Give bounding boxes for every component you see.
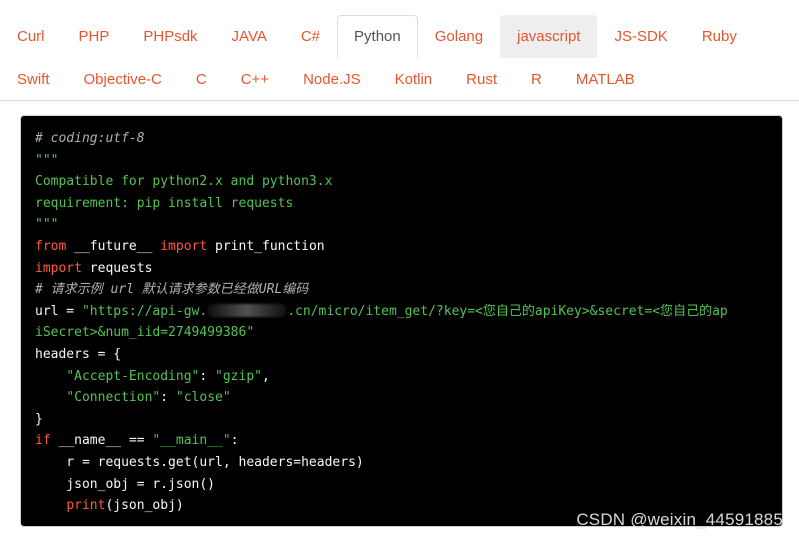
code-line: import requests (35, 258, 768, 280)
code-line: Compatible for python2.x and python3.x (35, 171, 768, 193)
code-string: """ (35, 217, 59, 233)
code-text: __future__ (66, 238, 161, 254)
code-string: "__main__" (152, 433, 231, 449)
code-line: if __name__ == "__main__": (35, 430, 768, 452)
code-string: .cn/micro/item_get/?key=<您自己的apiKey>&sec… (287, 303, 728, 319)
language-tab-row-2: Swift Objective-C C C++ Node.JS Kotlin R… (0, 58, 652, 101)
tab-objective-c[interactable]: Objective-C (67, 58, 179, 101)
tab-r[interactable]: R (514, 58, 559, 101)
code-text: __name__ == (50, 433, 153, 449)
tab-swift[interactable]: Swift (0, 58, 67, 101)
code-line: r = requests.get(url, headers=headers) (35, 452, 768, 474)
python-code: # coding:utf-8 """ Compatible for python2.… (35, 128, 768, 517)
code-keyword: from (35, 238, 67, 254)
code-text: } (35, 411, 43, 427)
code-text: requests (81, 260, 153, 276)
tab-nodejs[interactable]: Node.JS (286, 58, 378, 101)
code-line: iSecret>&num_iid=2749499386" (35, 322, 768, 344)
code-string: "gzip" (215, 368, 262, 384)
code-keyword: if (35, 433, 51, 449)
tab-python[interactable]: Python (337, 15, 418, 58)
code-text: : (199, 368, 216, 384)
code-line: } (35, 409, 768, 431)
code-line: headers = { (35, 344, 768, 366)
code-line: requirement: pip install requests (35, 193, 768, 215)
code-line: url = "https://api-gw. .cn/micro/item_get… (35, 301, 768, 323)
tab-js-sdk[interactable]: JS-SDK (597, 15, 684, 58)
tab-javascript[interactable]: javascript (500, 15, 598, 58)
code-string: "https://api-gw. (81, 303, 208, 319)
code-line: """ (35, 214, 768, 236)
code-block[interactable]: # coding:utf-8 """ Compatible for python2.… (20, 115, 783, 527)
code-string: "Connection" (66, 390, 161, 406)
code-comment: # coding:utf-8 (35, 131, 145, 146)
tab-php[interactable]: PHP (62, 15, 127, 58)
code-text: print_function (207, 238, 325, 254)
code-text: : (230, 433, 239, 449)
code-text: url = (35, 303, 82, 319)
code-keyword: import (160, 238, 208, 254)
code-text: , (262, 368, 270, 384)
tab-rust[interactable]: Rust (449, 58, 514, 101)
csdn-watermark: CSDN @weixin_44591885 (576, 510, 783, 529)
code-line: json_obj = r.json() (35, 474, 768, 496)
tab-cpp[interactable]: C++ (224, 58, 286, 101)
code-text: json_obj = r.json() (35, 476, 216, 492)
code-line: """ (35, 150, 768, 172)
code-line: from __future__ import print_function (35, 236, 768, 258)
tab-phpsdk[interactable]: PHPsdk (126, 15, 214, 58)
tab-curl[interactable]: Curl (0, 15, 62, 58)
language-tabs: Curl PHP PHPsdk JAVA C# Python Golang ja… (0, 0, 799, 101)
code-string: Compatible for python2.x and python3.x (35, 174, 333, 190)
code-line: "Connection": "close" (35, 387, 768, 409)
tab-golang[interactable]: Golang (418, 15, 500, 58)
code-text: (json_obj) (105, 498, 184, 514)
code-string: iSecret>&num_iid=2749499386" (35, 325, 255, 341)
code-line: # coding:utf-8 (35, 128, 768, 150)
code-builtin: print (66, 498, 106, 514)
tab-kotlin[interactable]: Kotlin (378, 58, 450, 101)
api-code-sample-page: Curl PHP PHPsdk JAVA C# Python Golang ja… (0, 0, 799, 538)
code-text: r = requests.get(url, headers=headers) (35, 454, 364, 470)
code-string: """ (35, 152, 59, 168)
code-text: headers = { (35, 346, 122, 362)
code-string: "close" (175, 390, 231, 406)
redacted-blur (207, 303, 288, 317)
code-string: "Accept-Encoding" (66, 368, 200, 384)
code-keyword: import (35, 260, 82, 276)
tab-csharp[interactable]: C# (284, 15, 337, 58)
language-tab-row-1: Curl PHP PHPsdk JAVA C# Python Golang ja… (0, 15, 754, 58)
code-line: "Accept-Encoding": "gzip", (35, 366, 768, 388)
code-line: # 请求示例 url 默认请求参数已经做URL编码 (35, 279, 768, 301)
tab-c[interactable]: C (179, 58, 224, 101)
code-string: requirement: pip install requests (35, 195, 294, 211)
code-text: : (160, 390, 176, 406)
tab-ruby[interactable]: Ruby (685, 15, 754, 58)
tab-matlab[interactable]: MATLAB (559, 58, 652, 101)
tab-java[interactable]: JAVA (215, 15, 284, 58)
code-comment: # 请求示例 url 默认请求参数已经做URL编码 (35, 282, 309, 298)
